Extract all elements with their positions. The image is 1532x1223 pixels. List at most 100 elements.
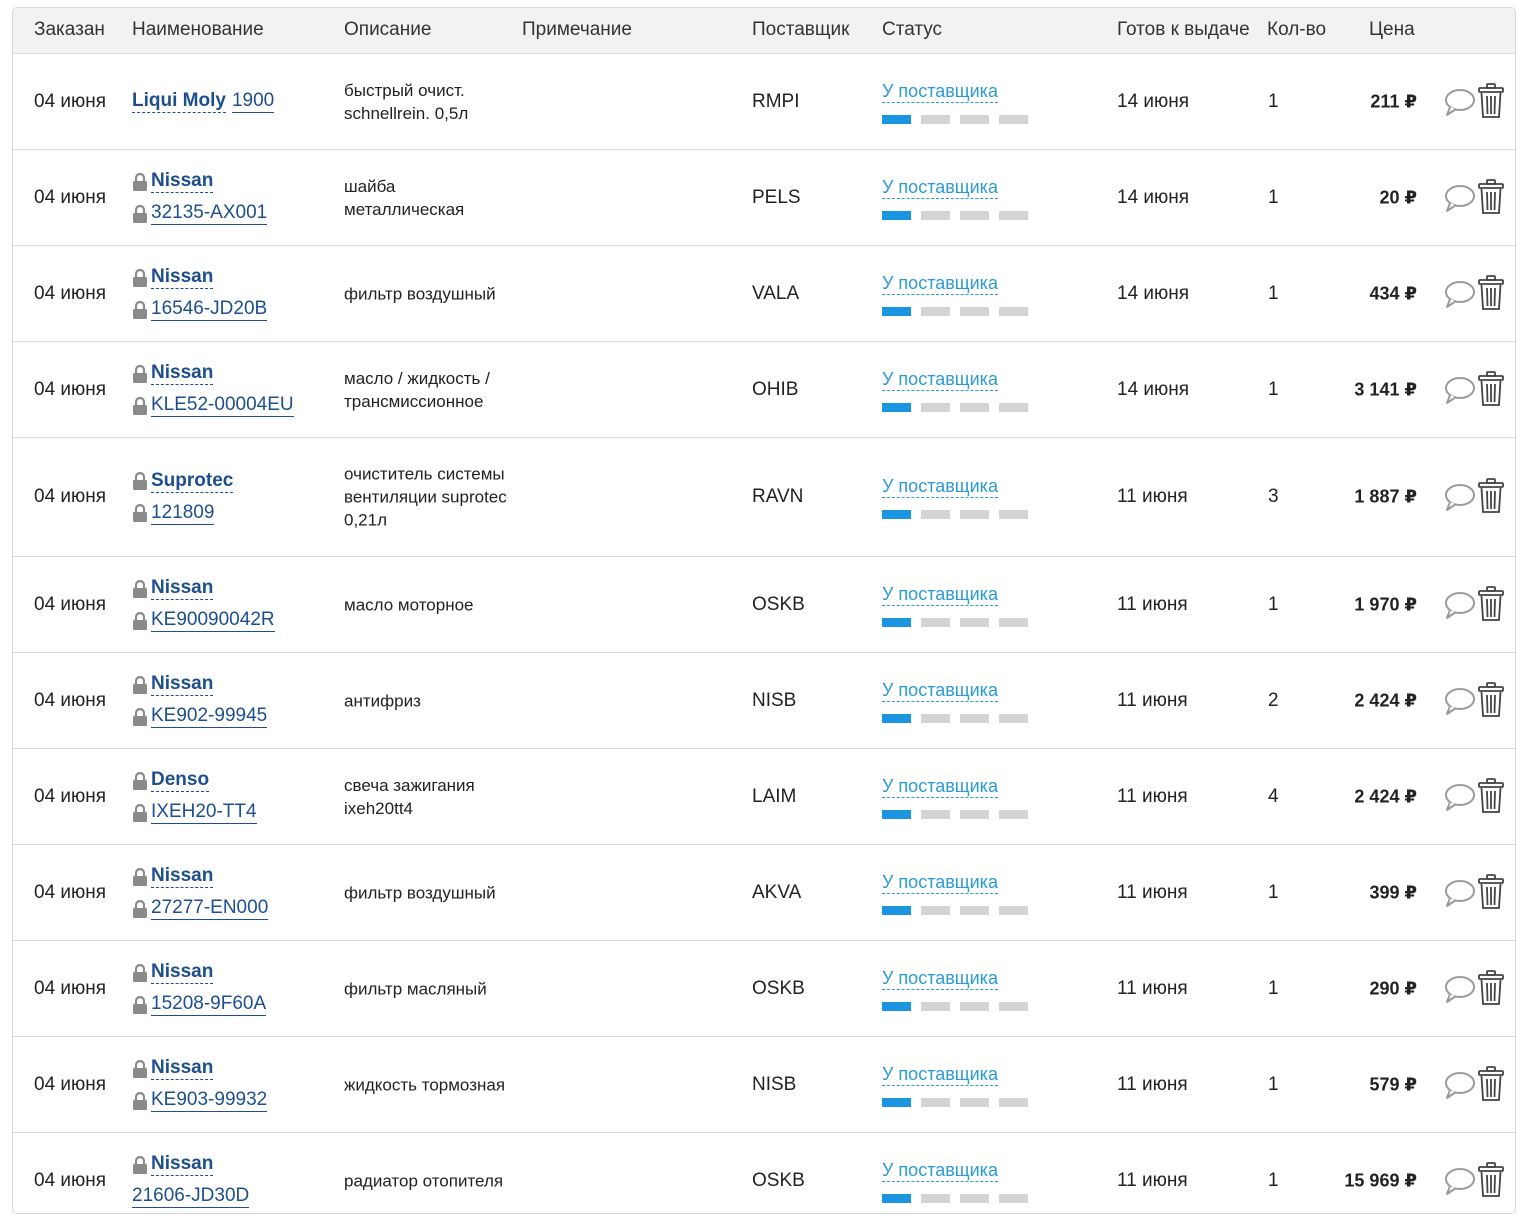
order-status: У поставщика xyxy=(882,80,1042,124)
progress-step xyxy=(921,809,950,819)
article-link[interactable]: KLE52-00004EU xyxy=(151,394,294,417)
brand-link[interactable]: Nissan xyxy=(151,673,214,696)
header-description: Описание xyxy=(344,19,432,40)
comment-icon[interactable] xyxy=(1443,1166,1476,1196)
part-name: Nissan 27277-EN000 xyxy=(132,861,332,925)
comment-icon[interactable] xyxy=(1443,279,1476,309)
article-link[interactable]: 1900 xyxy=(231,90,275,113)
part-description: радиатор отопителя xyxy=(344,1171,504,1190)
order-status: У поставщика xyxy=(882,775,1042,819)
progress-step xyxy=(960,617,989,627)
quantity: 1 xyxy=(1268,282,1279,304)
ready-date: 11 июня xyxy=(1117,785,1188,807)
progress-step xyxy=(999,306,1028,316)
price: 434 ₽ xyxy=(1369,283,1417,303)
part-description: быстрый очист. schnellrein. 0,5л xyxy=(344,80,469,123)
trash-icon[interactable] xyxy=(1477,1065,1505,1102)
trash-icon[interactable] xyxy=(1477,370,1505,407)
article-link[interactable]: IXEH20-TT4 xyxy=(151,801,257,824)
status-link[interactable]: У поставщика xyxy=(882,368,998,391)
lock-icon xyxy=(133,771,147,790)
progress-step xyxy=(999,1193,1028,1203)
brand-link[interactable]: Liqui Moly xyxy=(132,90,226,113)
comment-icon[interactable] xyxy=(1443,87,1476,117)
progress-step xyxy=(960,905,989,915)
quantity: 2 xyxy=(1268,689,1279,711)
quantity: 1 xyxy=(1268,1073,1279,1095)
status-link[interactable]: У поставщика xyxy=(882,967,998,990)
status-link[interactable]: У поставщика xyxy=(882,176,998,199)
table-row: 04 июня Denso IXEH20-TT4 свеча зажигания ix… xyxy=(13,749,1515,845)
status-link[interactable]: У поставщика xyxy=(882,1063,998,1086)
comment-icon[interactable] xyxy=(1443,375,1476,405)
progress-step xyxy=(999,905,1028,915)
quantity: 1 xyxy=(1268,378,1279,400)
trash-icon[interactable] xyxy=(1477,873,1505,910)
status-link[interactable]: У поставщика xyxy=(882,775,998,798)
brand-link[interactable]: Nissan xyxy=(151,961,214,984)
comment-icon[interactable] xyxy=(1443,974,1476,1004)
comment-icon[interactable] xyxy=(1443,878,1476,908)
trash-icon[interactable] xyxy=(1477,681,1505,718)
status-link[interactable]: У поставщика xyxy=(882,583,998,606)
comment-icon[interactable] xyxy=(1443,183,1476,213)
brand-link[interactable]: Nissan xyxy=(151,266,214,289)
header-note: Примечание xyxy=(522,19,632,40)
ordered-date: 04 июня xyxy=(34,186,107,208)
progress-step xyxy=(882,1001,911,1011)
part-name: Nissan KLE52-00004EU xyxy=(132,358,332,422)
quantity: 1 xyxy=(1268,977,1279,999)
brand-link[interactable]: Nissan xyxy=(151,1153,214,1176)
brand-link[interactable]: Nissan xyxy=(151,577,214,600)
article-link[interactable]: 27277-EN000 xyxy=(151,897,269,920)
article-link[interactable]: 121809 xyxy=(151,502,215,525)
article-link[interactable]: KE902-99945 xyxy=(151,705,268,728)
article-link[interactable]: 21606-JD30D xyxy=(132,1185,250,1208)
brand-link[interactable]: Nissan xyxy=(151,362,214,385)
status-link[interactable]: У поставщика xyxy=(882,871,998,894)
part-name: Nissan 15208-9F60A xyxy=(132,957,332,1021)
order-status: У поставщика xyxy=(882,368,1042,412)
trash-icon[interactable] xyxy=(1477,1161,1505,1198)
status-link[interactable]: У поставщика xyxy=(882,80,998,103)
brand-link[interactable]: Suprotec xyxy=(151,470,234,493)
brand-link[interactable]: Nissan xyxy=(151,170,214,193)
brand-link[interactable]: Nissan xyxy=(151,1057,214,1080)
price: 290 ₽ xyxy=(1369,978,1417,998)
part-name: Denso IXEH20-TT4 xyxy=(132,765,332,829)
lock-icon xyxy=(133,803,147,822)
trash-icon[interactable] xyxy=(1477,178,1505,215)
comment-icon[interactable] xyxy=(1443,482,1476,512)
trash-icon[interactable] xyxy=(1477,274,1505,311)
comment-icon[interactable] xyxy=(1443,782,1476,812)
comment-icon[interactable] xyxy=(1443,686,1476,716)
brand-link[interactable]: Nissan xyxy=(151,865,214,888)
trash-icon[interactable] xyxy=(1477,969,1505,1006)
ready-date: 11 июня xyxy=(1117,1169,1188,1191)
comment-icon[interactable] xyxy=(1443,1070,1476,1100)
trash-icon[interactable] xyxy=(1477,82,1505,119)
order-status: У поставщика xyxy=(882,583,1042,627)
trash-icon[interactable] xyxy=(1477,478,1505,514)
order-status: У поставщика xyxy=(882,1159,1042,1203)
status-link[interactable]: У поставщика xyxy=(882,1159,998,1182)
ordered-date: 04 июня xyxy=(34,785,107,807)
trash-icon[interactable] xyxy=(1477,585,1505,622)
part-name: Nissan 32135-AX001 xyxy=(132,166,332,230)
brand-link[interactable]: Denso xyxy=(151,769,210,792)
ordered-date: 04 июня xyxy=(34,90,107,112)
comment-icon[interactable] xyxy=(1443,590,1476,620)
status-link[interactable]: У поставщика xyxy=(882,475,998,498)
progress-step xyxy=(960,809,989,819)
article-link[interactable]: KE903-99932 xyxy=(151,1089,268,1112)
article-link[interactable]: KE90090042R xyxy=(151,609,275,632)
progress-step xyxy=(921,1193,950,1203)
trash-icon[interactable] xyxy=(1477,777,1505,814)
row-actions xyxy=(1443,478,1507,516)
status-link[interactable]: У поставщика xyxy=(882,679,998,702)
article-link[interactable]: 15208-9F60A xyxy=(151,993,267,1016)
article-link[interactable]: 32135-AX001 xyxy=(151,202,268,225)
article-link[interactable]: 16546-JD20B xyxy=(151,298,268,321)
progress-step xyxy=(999,114,1028,124)
status-link[interactable]: У поставщика xyxy=(882,272,998,295)
